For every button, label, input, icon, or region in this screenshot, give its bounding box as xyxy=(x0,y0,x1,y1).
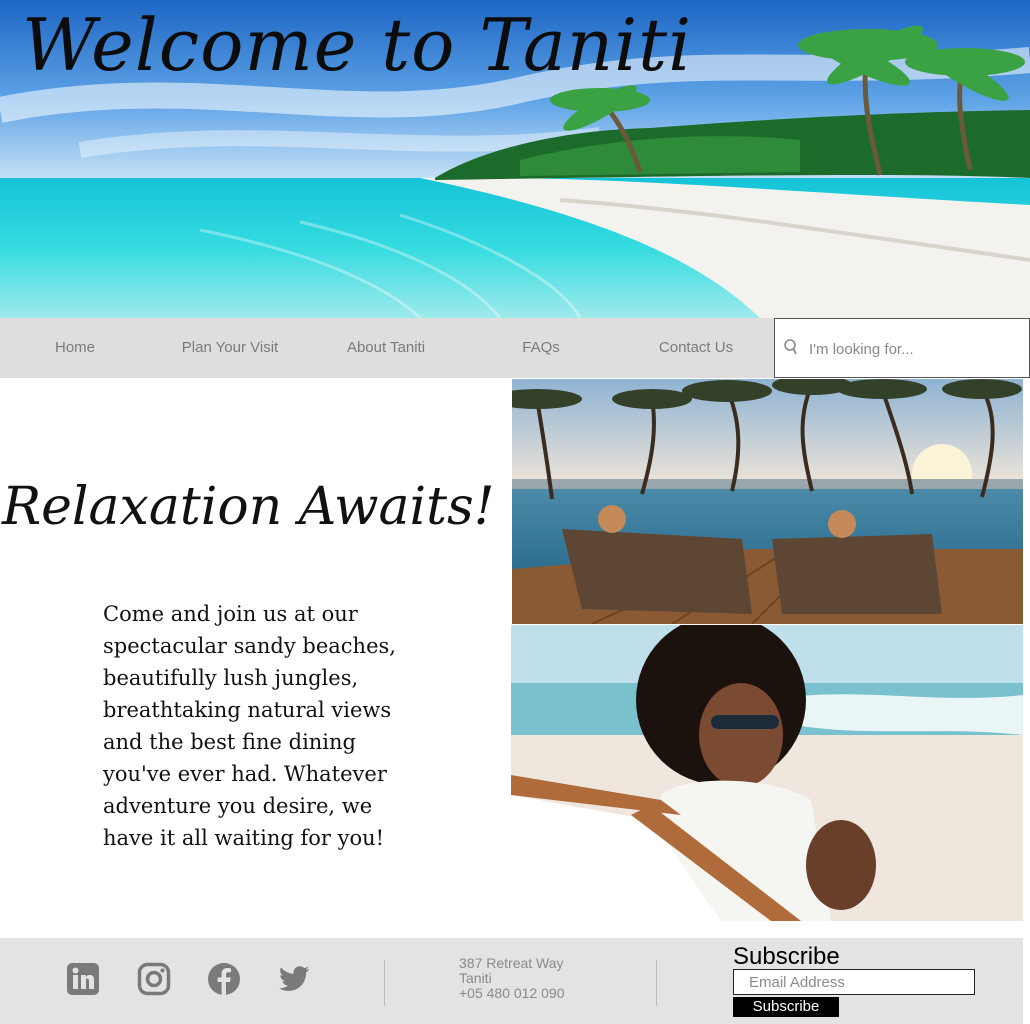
address-block: 387 Retreat Way Taniti +05 480 012 090 xyxy=(459,956,565,1001)
search-icon[interactable] xyxy=(783,338,799,356)
nav-item-about-taniti[interactable]: About Taniti xyxy=(310,318,462,378)
address-street: 387 Retreat Way xyxy=(459,955,564,971)
main-nav: Home Plan Your Visit About Taniti FAQs C… xyxy=(0,318,1030,378)
nav-item-faqs[interactable]: FAQs xyxy=(466,318,616,378)
subscribe-button[interactable]: Subscribe xyxy=(733,997,839,1017)
address-phone: +05 480 012 090 xyxy=(459,985,565,1001)
search-input[interactable] xyxy=(807,333,1021,365)
footer-divider xyxy=(384,960,385,1006)
nav-item-home[interactable]: Home xyxy=(0,318,150,378)
address-city: Taniti xyxy=(459,970,492,986)
hero-banner: Welcome to Taniti xyxy=(0,0,1030,318)
footer-divider xyxy=(656,960,657,1006)
twitter-icon[interactable] xyxy=(277,962,311,996)
hero-title: Welcome to Taniti xyxy=(22,3,693,87)
footer: 387 Retreat Way Taniti +05 480 012 090 S… xyxy=(0,938,1023,1024)
section-title: Relaxation Awaits! xyxy=(2,477,495,537)
woman-on-beach-photo xyxy=(511,625,1023,921)
promo-text: Come and join us at our spectacular sand… xyxy=(103,602,396,850)
pool-deck-photo xyxy=(512,379,1023,624)
search-box xyxy=(774,318,1030,378)
subscribe-title: Subscribe xyxy=(733,943,840,970)
email-field[interactable] xyxy=(733,969,975,995)
linkedin-icon[interactable] xyxy=(66,962,100,996)
facebook-icon[interactable] xyxy=(207,962,241,996)
instagram-icon[interactable] xyxy=(137,962,171,996)
nav-item-contact-us[interactable]: Contact Us xyxy=(620,318,772,378)
nav-item-plan-your-visit[interactable]: Plan Your Visit xyxy=(155,318,305,378)
